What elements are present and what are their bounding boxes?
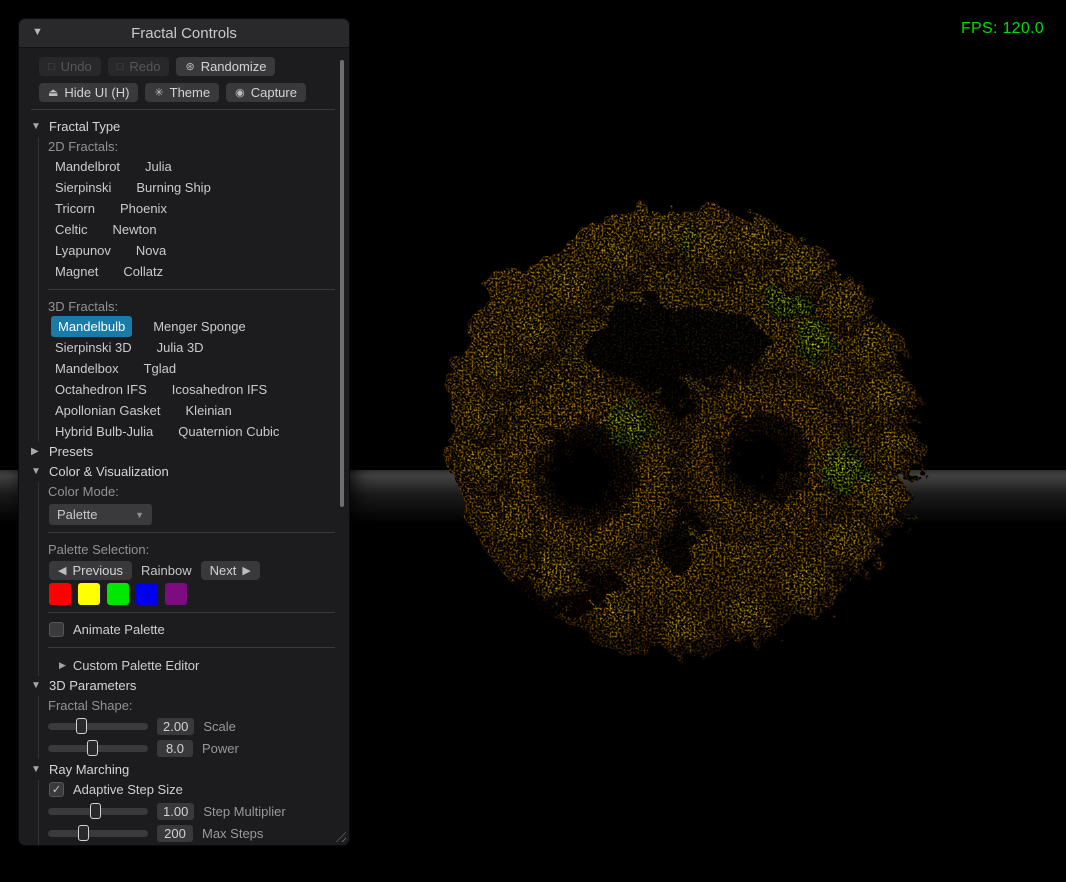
- fractal-button-quaternion-cubic[interactable]: Quaternion Cubic: [174, 421, 283, 442]
- fractal-button-lyapunov[interactable]: Lyapunov: [51, 240, 115, 261]
- theme-button[interactable]: ✳ Theme: [145, 83, 219, 102]
- panel-title: Fractal Controls: [131, 25, 237, 42]
- palette-swatch-red[interactable]: [49, 583, 71, 605]
- palette-swatch-blue[interactable]: [136, 583, 158, 605]
- slider-thumb[interactable]: [76, 718, 87, 734]
- collapse-icon: ▼: [31, 680, 42, 691]
- step-multiplier-label: Step Multiplier: [203, 804, 285, 819]
- capture-button[interactable]: ◉ Capture: [226, 83, 306, 102]
- redo-icon: □: [117, 61, 124, 73]
- divider: [48, 612, 335, 613]
- previous-palette-button[interactable]: ◀ Previous: [49, 561, 132, 580]
- step-multiplier-value[interactable]: 1.00: [157, 803, 194, 820]
- fractal-button-icosahedron-ifs[interactable]: Icosahedron IFS: [168, 379, 271, 400]
- collapse-icon: ▼: [31, 466, 42, 477]
- fractal-button-hybrid-bulb-julia[interactable]: Hybrid Bulb-Julia: [51, 421, 157, 442]
- panel-titlebar: ▼ Fractal Controls: [19, 19, 349, 48]
- animate-palette-checkbox[interactable]: ✓: [49, 622, 64, 637]
- panel-collapse-icon[interactable]: ▼: [32, 26, 43, 38]
- arrow-right-icon: ▶: [242, 564, 250, 577]
- randomize-icon: ⊛: [185, 60, 194, 73]
- max-steps-slider[interactable]: [48, 830, 148, 837]
- fractal-button-collatz[interactable]: Collatz: [119, 261, 167, 282]
- collapse-icon: ▼: [31, 121, 42, 132]
- scale-slider[interactable]: [48, 723, 148, 730]
- color-mode-label: Color Mode:: [48, 482, 335, 501]
- fractal-button-sierpinski[interactable]: Sierpinski: [51, 177, 115, 198]
- divider: [48, 532, 335, 533]
- fractal-button-mandelbulb[interactable]: Mandelbulb: [51, 316, 132, 337]
- adaptive-step-size-checkbox[interactable]: ✓: [49, 782, 64, 797]
- sun-icon: ✳: [154, 86, 163, 99]
- slider-thumb[interactable]: [78, 825, 89, 841]
- fractal-button-magnet[interactable]: Magnet: [51, 261, 102, 282]
- expand-icon: ▶: [31, 446, 42, 457]
- max-steps-value[interactable]: 200: [157, 825, 193, 842]
- fractal-button-nova[interactable]: Nova: [132, 240, 170, 261]
- section-custom-palette-editor[interactable]: ▶ Custom Palette Editor: [48, 655, 335, 676]
- scale-label: Scale: [203, 719, 236, 734]
- slider-thumb[interactable]: [90, 803, 101, 819]
- section-presets[interactable]: ▶ Presets: [31, 442, 335, 462]
- undo-icon: □: [48, 61, 55, 73]
- fractal-button-sierpinski-3d[interactable]: Sierpinski 3D: [51, 337, 136, 358]
- fractal-button-apollonian-gasket[interactable]: Apollonian Gasket: [51, 400, 165, 421]
- panel-scrollbar[interactable]: [340, 60, 344, 507]
- eject-icon: ⏏: [48, 86, 58, 99]
- next-palette-button[interactable]: Next ▶: [201, 561, 260, 580]
- fractal-button-menger-sponge[interactable]: Menger Sponge: [149, 316, 250, 337]
- animate-palette-label: Animate Palette: [73, 622, 165, 637]
- palette-swatch-yellow[interactable]: [78, 583, 100, 605]
- fractal-button-phoenix[interactable]: Phoenix: [116, 198, 171, 219]
- divider: [48, 647, 335, 648]
- fractal-button-mandelbox[interactable]: Mandelbox: [51, 358, 123, 379]
- fractal-button-tricorn[interactable]: Tricorn: [51, 198, 99, 219]
- slider-thumb[interactable]: [87, 740, 98, 756]
- randomize-button[interactable]: ⊛ Randomize: [176, 57, 275, 76]
- adaptive-step-size-label: Adaptive Step Size: [73, 782, 183, 797]
- arrow-left-icon: ◀: [58, 564, 66, 577]
- power-label: Power: [202, 741, 239, 756]
- max-steps-label: Max Steps: [202, 826, 263, 841]
- power-slider[interactable]: [48, 745, 148, 752]
- scale-value[interactable]: 2.00: [157, 718, 194, 735]
- fractal-button-kleinian[interactable]: Kleinian: [182, 400, 236, 421]
- fractal-button-julia-3d[interactable]: Julia 3D: [153, 337, 208, 358]
- redo-button[interactable]: □ Redo: [108, 57, 170, 76]
- fractal-button-celtic[interactable]: Celtic: [51, 219, 92, 240]
- color-mode-dropdown[interactable]: Palette ▼: [49, 504, 152, 525]
- divider: [31, 109, 335, 110]
- fps-counter: FPS: 120.0: [961, 20, 1044, 38]
- camera-icon: ◉: [235, 86, 245, 99]
- palette-swatch-purple[interactable]: [165, 583, 187, 605]
- fractal-shape-label: Fractal Shape:: [48, 696, 335, 715]
- section-ray-marching[interactable]: ▼ Ray Marching: [31, 760, 335, 780]
- render-viewport[interactable]: FPS: 120.0 ▼ Fractal Controls □ Undo □ R…: [0, 0, 1066, 882]
- 3d-fractals-label: 3D Fractals:: [48, 297, 335, 316]
- undo-button[interactable]: □ Undo: [39, 57, 101, 76]
- fractal-button-julia[interactable]: Julia: [141, 156, 176, 177]
- fractal-button-octahedron-ifs[interactable]: Octahedron IFS: [51, 379, 151, 400]
- palette-swatch-green[interactable]: [107, 583, 129, 605]
- mandelbulb-fractal-render: [420, 172, 940, 672]
- palette-selection-label: Palette Selection:: [48, 540, 335, 559]
- section-fractal-type[interactable]: ▼ Fractal Type: [31, 117, 335, 137]
- fractal-button-burning-ship[interactable]: Burning Ship: [132, 177, 214, 198]
- fractal-button-newton[interactable]: Newton: [109, 219, 161, 240]
- collapse-icon: ▼: [31, 764, 42, 775]
- divider: [48, 289, 335, 290]
- fractal-button-mandelbrot[interactable]: Mandelbrot: [51, 156, 124, 177]
- power-value[interactable]: 8.0: [157, 740, 193, 757]
- expand-icon: ▶: [59, 660, 66, 671]
- hide-ui-button[interactable]: ⏏ Hide UI (H): [39, 83, 138, 102]
- fractal-controls-panel: ▼ Fractal Controls □ Undo □ Redo ⊛ Rando…: [18, 18, 350, 846]
- current-palette-name: Rainbow: [141, 563, 192, 578]
- 2d-fractals-label: 2D Fractals:: [48, 137, 335, 156]
- section-color-visualization[interactable]: ▼ Color & Visualization: [31, 462, 335, 482]
- step-multiplier-slider[interactable]: [48, 808, 148, 815]
- chevron-down-icon: ▼: [135, 510, 144, 520]
- fractal-button-tglad[interactable]: Tglad: [140, 358, 181, 379]
- checkmark-icon: ✓: [52, 783, 61, 796]
- section-3d-parameters[interactable]: ▼ 3D Parameters: [31, 676, 335, 696]
